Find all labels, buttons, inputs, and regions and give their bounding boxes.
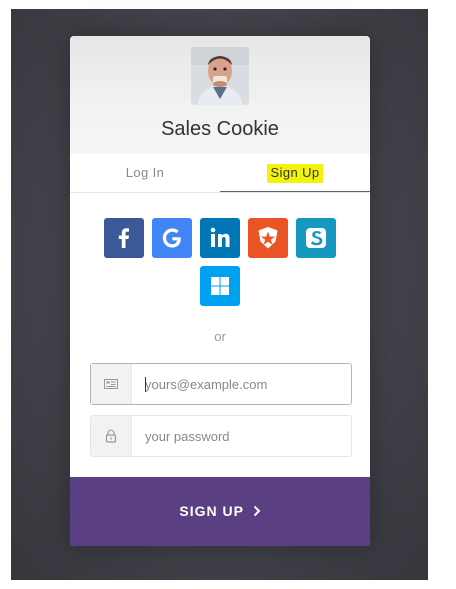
password-field xyxy=(90,415,357,457)
salesforce-icon xyxy=(306,228,326,248)
windows-icon xyxy=(211,277,229,295)
avatar xyxy=(191,47,249,105)
google-login-button[interactable] xyxy=(152,218,192,258)
email-icon-box xyxy=(91,364,132,404)
tab-log-in-label: Log In xyxy=(125,165,165,180)
salesforce-login-button[interactable] xyxy=(296,218,336,258)
text-caret xyxy=(145,377,146,392)
email-field xyxy=(90,363,357,405)
sign-up-button-label: SIGN UP xyxy=(179,503,244,519)
facebook-login-button[interactable] xyxy=(104,218,144,258)
password-input[interactable] xyxy=(132,416,357,456)
auth-tabs: Log In Sign Up xyxy=(70,154,370,193)
tab-log-in[interactable]: Log In xyxy=(70,154,220,192)
sign-up-button[interactable]: SIGN UP xyxy=(70,477,370,546)
linkedin-icon xyxy=(210,227,230,247)
facebook-icon xyxy=(118,228,129,248)
auth0-login-button[interactable] xyxy=(248,218,288,258)
google-icon xyxy=(162,228,181,248)
card-header: Sales Cookie xyxy=(70,36,370,154)
sign-up-button-content: SIGN UP xyxy=(70,477,370,546)
lock-icon xyxy=(105,429,117,443)
auth0-icon xyxy=(258,227,278,249)
signup-card: Sales Cookie Log In Sign Up or yours@exa… xyxy=(70,36,370,546)
password-icon-box xyxy=(91,416,132,456)
app-title: Sales Cookie xyxy=(161,118,279,140)
chevron-right-icon xyxy=(253,505,261,517)
tab-sign-up-label: Sign Up xyxy=(267,164,323,183)
linkedin-login-button[interactable] xyxy=(200,218,240,258)
or-separator: or xyxy=(214,329,226,344)
envelope-icon xyxy=(104,379,118,389)
microsoft-login-button[interactable] xyxy=(200,266,240,306)
tab-sign-up[interactable]: Sign Up xyxy=(220,154,370,192)
email-input[interactable] xyxy=(132,364,357,404)
